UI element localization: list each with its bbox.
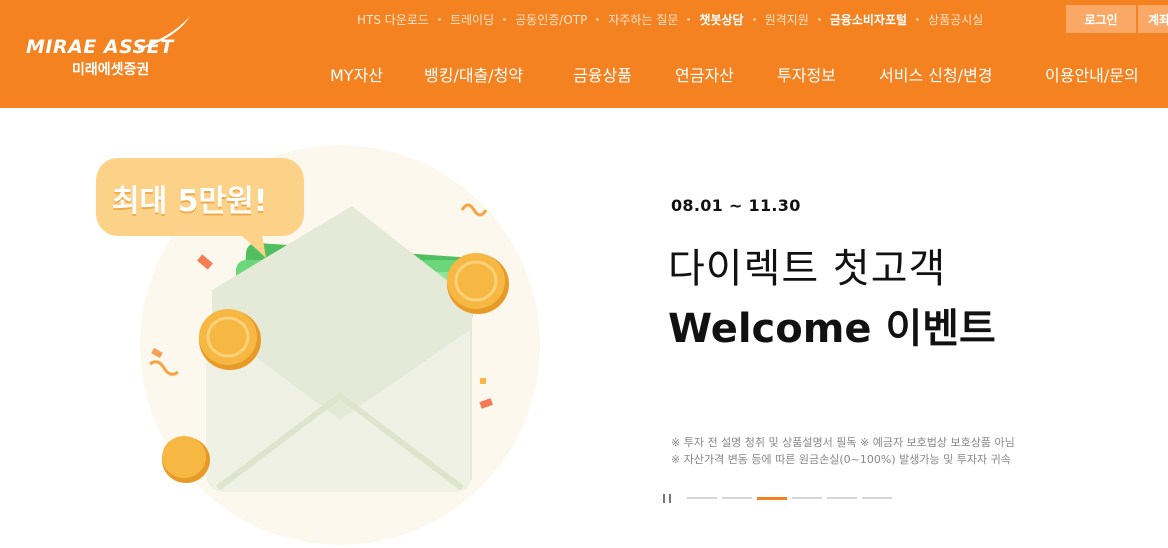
util-link[interactable]: 금융소비자포털 [830,11,907,28]
gnb-item-guide[interactable]: 이용안내/문의 [1045,62,1139,86]
hero-slider-controls [663,492,897,504]
util-link[interactable]: 자주하는 질문 [608,11,678,28]
util-link[interactable]: 챗봇상담 [699,11,743,28]
util-separator [916,17,920,21]
util-separator [596,17,600,21]
global-header: MIRAE ASSET 미래에셋증권 HTS 다운로드 트레이딩 공동인증/OTP 자… [0,0,1168,108]
gnb-item-investment-info[interactable]: 투자정보 [777,62,836,86]
gnb-item-financial-products[interactable]: 금융상품 [573,62,632,86]
util-separator [687,17,691,21]
gnb-item-my-assets[interactable]: MY자산 [330,62,383,86]
gnb-item-banking[interactable]: 뱅킹/대출/청약 [424,62,523,86]
slider-dot[interactable] [862,497,892,499]
login-button[interactable]: 로그인 [1066,5,1136,33]
event-period: 08.01 ~ 11.30 [671,196,801,215]
account-open-button[interactable]: 계좌개설 [1138,5,1168,33]
util-separator [503,17,507,21]
pause-icon[interactable] [663,493,671,503]
util-link[interactable]: 트레이딩 [450,11,494,28]
util-link[interactable]: 공동인증/OTP [515,11,587,28]
hero-title-line2: Welcome 이벤트 [668,306,996,352]
util-link[interactable]: 원격지원 [765,11,809,28]
disclaimer-line2: ※ 자산가격 변동 등에 따른 원금손실(0~100%) 발생가능 및 투자자 … [671,453,1011,466]
util-link[interactable]: 상품공시실 [928,11,983,28]
logo-wordmark: MIRAE ASSET [26,36,174,58]
util-separator [752,17,756,21]
utility-links: HTS 다운로드 트레이딩 공동인증/OTP 자주하는 질문 챗봇상담 원격지원 금융소비자… [357,11,983,27]
slider-dot[interactable] [757,496,787,500]
gnb-item-pension[interactable]: 연금자산 [675,62,734,86]
slider-dot[interactable] [827,497,857,499]
coin-top-right [447,253,509,314]
coin-bottom-left [162,436,210,483]
disclaimer-line1: ※ 투자 전 설명 청취 및 상품설명서 필독 ※ 예금자 보호법상 보호상품 … [671,436,1015,449]
slider-dot[interactable] [687,497,717,499]
slider-dot[interactable] [792,497,822,499]
gnb-item-service-request[interactable]: 서비스 신청/변경 [879,62,993,86]
main-navigation: MY자산 뱅킹/대출/청약 금융상품 연금자산 투자정보 서비스 신청/변경 이… [0,62,1168,86]
badge-text: 최대 5만원! [112,184,268,219]
slider-dot[interactable] [722,497,752,499]
util-separator [817,17,821,21]
hero-title-line1: 다이렉트 첫고객 [668,246,947,292]
util-separator [437,17,441,21]
util-link[interactable]: HTS 다운로드 [357,11,429,28]
